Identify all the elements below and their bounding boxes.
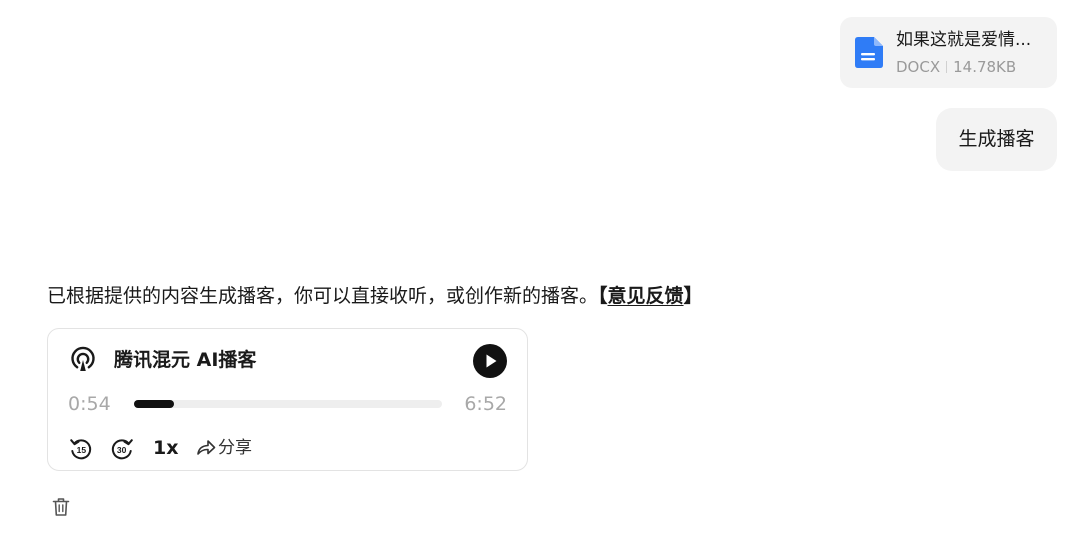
play-icon (486, 354, 497, 368)
svg-text:30: 30 (117, 445, 127, 455)
progress-fill (134, 400, 175, 408)
podcast-player-card: 腾讯混元 AI播客 0:54 6:52 15 30 1x 分享 (47, 328, 528, 471)
progress-bar[interactable] (134, 400, 442, 408)
assistant-message: 已根据提供的内容生成播客，你可以直接收听，或创作新的播客。【意见反馈】 (47, 282, 703, 310)
play-button[interactable] (473, 344, 507, 378)
file-type: DOCX (896, 58, 941, 76)
share-label: 分享 (218, 438, 252, 458)
podcast-icon (69, 346, 97, 374)
share-button[interactable]: 分享 (196, 433, 252, 463)
rewind-icon: 15 (70, 439, 92, 460)
total-time: 6:52 (464, 393, 507, 415)
bracket-close: 】 (683, 285, 703, 307)
meta-divider (946, 61, 948, 73)
svg-text:15: 15 (77, 445, 87, 455)
assistant-message-text: 已根据提供的内容生成播客，你可以直接收听，或创作新的播客。 (47, 285, 599, 307)
document-icon (853, 36, 884, 69)
forward-30-button[interactable]: 30 (109, 436, 135, 462)
rewind-15-button[interactable]: 15 (68, 436, 94, 462)
playback-speed-button[interactable]: 1x (153, 433, 178, 463)
file-name: 如果这就是爱情... (896, 30, 1032, 50)
chat-page: 如果这就是爱情... DOCX 14.78KB 生成播客 已根据提供的内容生成播客… (0, 0, 1080, 536)
file-meta: DOCX 14.78KB (896, 57, 1016, 77)
trash-icon[interactable] (52, 497, 70, 517)
podcast-title: 腾讯混元 AI播客 (114, 349, 257, 371)
feedback-link[interactable]: 意见反馈 (608, 285, 684, 307)
share-icon (197, 440, 216, 455)
forward-icon: 30 (111, 439, 133, 460)
current-time: 0:54 (68, 393, 111, 415)
file-attachment-card[interactable]: 如果这就是爱情... DOCX 14.78KB (840, 17, 1057, 88)
user-message-bubble: 生成播客 (936, 108, 1057, 171)
file-size: 14.78KB (953, 58, 1017, 76)
bracket-open: 【 (598, 285, 608, 307)
